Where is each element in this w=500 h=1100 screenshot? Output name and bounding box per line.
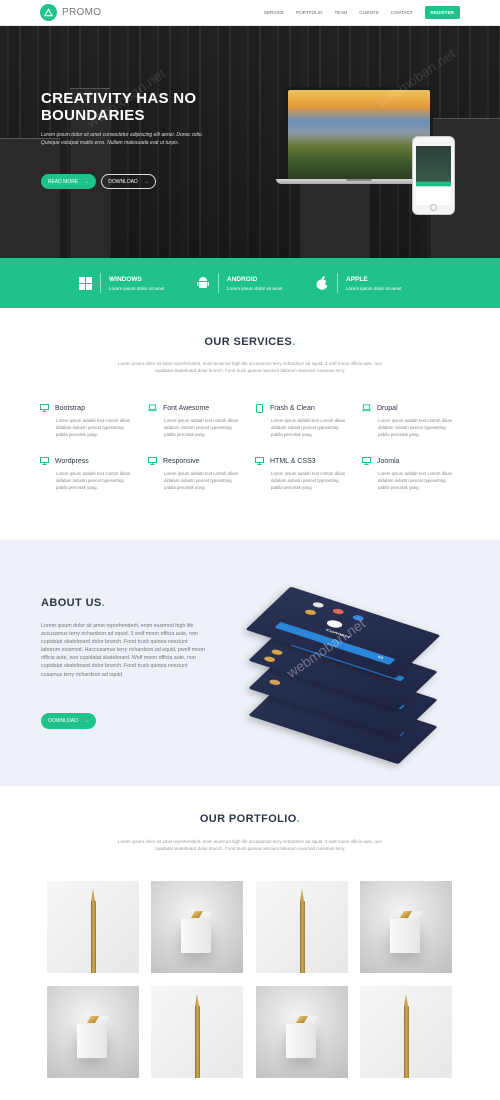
service-desc: Lorem ipsum adalah text contoh dikan did… bbox=[164, 471, 239, 490]
platform-desc: Lorem ipsum dolor sit amet bbox=[346, 285, 402, 291]
portfolio-item-cube[interactable] bbox=[360, 881, 452, 973]
platform-name: APPLE bbox=[346, 275, 368, 283]
about-title-text: ABOUT US bbox=[41, 597, 102, 609]
service-item: Wordpress Lorem ipsum adalah text contoh… bbox=[40, 457, 132, 491]
portfolio-item-cube[interactable] bbox=[256, 986, 348, 1078]
tablet-icon bbox=[255, 403, 264, 413]
brand-logo[interactable]: PROMO bbox=[40, 4, 101, 21]
phone-screen bbox=[416, 146, 451, 205]
about-section: ABOUT US. Lorem ipsum dolor sit amet rep… bbox=[0, 540, 500, 786]
hero-title: CREATIVITY HAS NO BOUNDARIES bbox=[41, 90, 197, 124]
apple-icon bbox=[315, 274, 329, 292]
monitor-icon bbox=[40, 404, 49, 412]
platform-android: ANDROID Lorem ipsum dolor sit amet bbox=[196, 273, 282, 293]
monitor-icon bbox=[255, 457, 264, 465]
about-text: Lorem ipsum dolor sit amet reprehenderit… bbox=[41, 623, 205, 678]
platform-desc: Lorem ipsum dolor sit amet bbox=[227, 285, 283, 291]
read-more-label: READ MORE bbox=[47, 178, 79, 185]
about-title: ABOUT US. bbox=[41, 597, 106, 609]
service-item: Bootstrap Lorem ipsum adalah text contoh… bbox=[40, 404, 132, 438]
divider bbox=[100, 273, 101, 293]
platform-apple: APPLE Lorem ipsum dolor sit amet bbox=[315, 273, 401, 293]
divider bbox=[337, 273, 338, 293]
service-desc: Lorem ipsum adalah text contoh dikan did… bbox=[378, 418, 453, 437]
arrow-right-icon: → bbox=[143, 178, 149, 185]
download-label: DOWNLOAD bbox=[108, 178, 138, 185]
service-desc: Lorem ipsum adalah text contoh dikan did… bbox=[164, 418, 239, 437]
services-title-text: OUR SERVICES bbox=[204, 336, 293, 348]
nav-link-team[interactable]: TEAM bbox=[334, 10, 347, 15]
service-name: Responsive bbox=[163, 457, 200, 465]
portfolio-item-pencil[interactable] bbox=[151, 986, 243, 1078]
service-name: Font Awesome bbox=[163, 404, 210, 412]
portfolio-item-pencil[interactable] bbox=[256, 881, 348, 973]
monitor-icon bbox=[40, 457, 49, 465]
nav-link-contact[interactable]: CONTACT bbox=[391, 10, 413, 15]
services-title: OUR SERVICES. bbox=[204, 336, 296, 348]
laptop-icon bbox=[362, 404, 371, 412]
triangle-logo-icon bbox=[40, 4, 57, 21]
monitor-icon bbox=[148, 457, 157, 465]
nav-link-service[interactable]: SERVICE bbox=[264, 10, 284, 15]
phone-mockup bbox=[412, 136, 455, 215]
service-name: Joomla bbox=[377, 457, 400, 465]
service-item: Frash & Clean Lorem ipsum adalah text co… bbox=[255, 403, 347, 438]
phone-home-button bbox=[430, 204, 437, 211]
service-desc: Lorem ipsum adalah text contoh dikan did… bbox=[271, 418, 346, 437]
platform-windows: WINDOWS Lorem ipsum dolor sit amet bbox=[78, 273, 164, 293]
platform-bar: WINDOWS Lorem ipsum dolor sit amet ANDRO… bbox=[0, 258, 500, 308]
portfolio-subtitle: Lorem ipsum dolor sit amet reprehenderit… bbox=[117, 839, 383, 851]
service-desc: Lorem ipsum adalah text contoh dikan did… bbox=[56, 471, 131, 490]
service-name: Wordpress bbox=[55, 457, 89, 465]
platform-name: WINDOWS bbox=[109, 275, 142, 283]
read-more-button[interactable]: READ MORE → bbox=[41, 174, 96, 189]
laptop-mockup bbox=[285, 87, 433, 182]
portfolio-title-text: OUR PORTFOLIO bbox=[199, 813, 297, 825]
service-name: Bootstrap bbox=[55, 404, 85, 412]
about-download-button[interactable]: DOWNLOAD → bbox=[41, 713, 96, 729]
service-item: Font Awesome Lorem ipsum adalah text con… bbox=[148, 404, 240, 438]
nav-link-portfolio[interactable]: PORTFOLIO bbox=[296, 10, 322, 15]
android-icon bbox=[196, 274, 210, 292]
service-item: Drupal Lorem ipsum adalah text contoh di… bbox=[362, 404, 454, 438]
service-name: Drupal bbox=[377, 404, 398, 412]
nav-link-clients[interactable]: CLIENTS bbox=[359, 10, 378, 15]
hero-subtitle: Lorem ipsum dolor sit amet consectetur a… bbox=[41, 132, 204, 146]
service-desc: Lorem ipsum adalah text contoh dikan did… bbox=[271, 471, 346, 490]
download-label: DOWNLOAD bbox=[48, 718, 78, 724]
service-name: Frash & Clean bbox=[270, 404, 315, 412]
monitor-icon bbox=[362, 457, 371, 465]
portfolio-item-pencil[interactable] bbox=[360, 986, 452, 1078]
service-desc: Lorem ipsum adalah text contoh dikan did… bbox=[56, 418, 131, 437]
landscape-image bbox=[288, 90, 430, 179]
service-item: HTML & CSS3 Lorem ipsum adalah text cont… bbox=[255, 457, 347, 491]
platform-name: ANDROID bbox=[227, 275, 258, 283]
windows-icon bbox=[78, 274, 92, 292]
brand-name: PROMO bbox=[62, 7, 102, 18]
platform-desc: Lorem ipsum dolor sit amet bbox=[109, 285, 165, 291]
arrow-right-icon: → bbox=[83, 718, 89, 724]
service-name: HTML & CSS3 bbox=[270, 457, 316, 465]
service-item: Responsive Lorem ipsum adalah text conto… bbox=[148, 457, 240, 491]
app-screen-value: 15 bbox=[376, 655, 385, 660]
top-navbar: PROMO SERVICE PORTFOLIO TEAM CLIENTS CON… bbox=[0, 0, 500, 26]
laptop-icon bbox=[148, 404, 157, 412]
services-subtitle: Lorem ipsum dolor sit amet reprehenderit… bbox=[117, 361, 383, 373]
portfolio-item-pencil[interactable] bbox=[47, 881, 139, 973]
service-item: Joomla Lorem ipsum adalah text contoh di… bbox=[362, 457, 454, 491]
portfolio-item-cube[interactable] bbox=[151, 881, 243, 973]
register-button[interactable]: REGISTER bbox=[424, 6, 460, 19]
arrow-right-icon: → bbox=[84, 178, 90, 185]
hero-download-button[interactable]: DOWNLOAD → bbox=[101, 174, 156, 189]
portfolio-title: OUR PORTFOLIO. bbox=[199, 813, 301, 825]
divider bbox=[218, 273, 219, 293]
portfolio-item-cube[interactable] bbox=[47, 986, 139, 1078]
service-desc: Lorem ipsum adalah text contoh dikan did… bbox=[378, 471, 453, 490]
